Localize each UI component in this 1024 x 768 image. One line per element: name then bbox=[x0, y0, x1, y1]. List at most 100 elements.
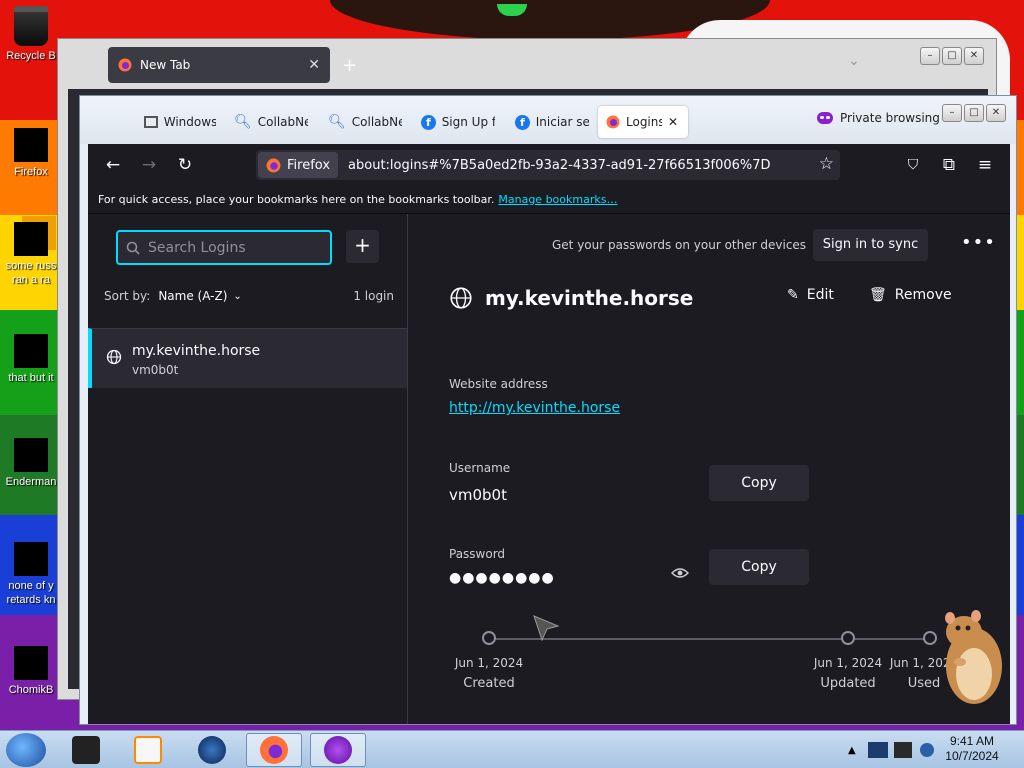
show-hidden-icons-icon[interactable]: ▲ bbox=[848, 745, 856, 756]
desktop-icon-enderman[interactable]: Enderman bbox=[0, 438, 62, 489]
url-bar[interactable]: Firefox about:logins#%7B5a0ed2fb-93a2-43… bbox=[256, 150, 840, 180]
sort-select[interactable]: Name (A-Z) bbox=[158, 289, 227, 303]
desktop-icon-recycle-bin[interactable]: Recycle B bbox=[0, 6, 62, 63]
bookmarks-toolbar: For quick access, place your bookmarks h… bbox=[88, 186, 1010, 214]
file-icon bbox=[14, 542, 48, 576]
url-text[interactable]: about:logins#%7B5a0ed2fb-93a2-4337-ad91-… bbox=[348, 158, 771, 173]
forward-arrow-icon[interactable]: → bbox=[138, 154, 160, 176]
private-mask-icon bbox=[817, 112, 833, 124]
file-icon bbox=[14, 334, 48, 368]
timeline-dot-created bbox=[482, 631, 496, 645]
desktop-icon-some-russ[interactable]: some russ ran a ra bbox=[0, 222, 62, 287]
tab-iniciar-sesion[interactable]: f Iniciar se bbox=[507, 106, 589, 138]
timeline-dot-used bbox=[923, 631, 937, 645]
website-label: Website address bbox=[449, 377, 548, 391]
facebook-icon: f bbox=[421, 114, 436, 130]
extensions-icon[interactable]: ⧉ bbox=[938, 154, 960, 176]
private-browsing-indicator: Private browsing bbox=[817, 111, 940, 125]
tab-windows[interactable]: Windows bbox=[136, 106, 216, 138]
tab-collabnet-2[interactable]: 🔍︎ CollabNe bbox=[320, 106, 402, 138]
username-value: vm0b0t bbox=[449, 486, 507, 504]
close-button[interactable]: ✕ bbox=[986, 104, 1006, 122]
firefox-icon bbox=[260, 736, 288, 764]
tab-sign-up[interactable]: f Sign Up f bbox=[413, 106, 495, 138]
login-title: my.kevinthe.horse bbox=[485, 286, 694, 310]
manage-bookmarks-link[interactable]: Manage bookmarks… bbox=[498, 193, 617, 206]
close-tab-icon[interactable]: ✕ bbox=[308, 57, 320, 73]
tab-logins[interactable]: Logins ✕ bbox=[598, 106, 688, 138]
hamster-sticker-icon bbox=[945, 610, 1002, 704]
window-controls: – □ ✕ bbox=[942, 104, 1006, 122]
back-arrow-icon[interactable]: ← bbox=[102, 154, 124, 176]
taskbar-item-folder[interactable] bbox=[58, 733, 114, 767]
search-icon: 🔍︎ bbox=[234, 114, 252, 130]
username-label: Username bbox=[449, 461, 511, 475]
file-icon bbox=[14, 646, 48, 680]
desktop-icon-chomikb[interactable]: ChomikB bbox=[0, 646, 62, 697]
new-tab-button[interactable]: + bbox=[342, 55, 357, 76]
maximize-button[interactable]: □ bbox=[942, 47, 962, 65]
desktop-icon-that-but-it[interactable]: that but it bbox=[0, 334, 62, 385]
mouse-cursor-icon bbox=[533, 615, 560, 642]
back-window-controls: – □ ✕ bbox=[920, 47, 984, 65]
updated-date: Jun 1, 2024 bbox=[813, 656, 883, 670]
clock[interactable]: 9:41 AM 10/7/2024 bbox=[932, 734, 1012, 764]
start-button[interactable] bbox=[6, 733, 46, 767]
add-login-button[interactable]: + bbox=[346, 230, 379, 263]
firefox-icon bbox=[266, 158, 281, 172]
maximize-button[interactable]: □ bbox=[964, 104, 984, 122]
tab-collabnet-1[interactable]: 🔍︎ CollabNe bbox=[226, 106, 308, 138]
window-icon bbox=[144, 116, 158, 128]
close-tab-icon[interactable]: ✕ bbox=[668, 115, 678, 129]
firefox-icon bbox=[14, 128, 48, 162]
minimize-button[interactable]: – bbox=[920, 47, 940, 65]
login-count: 1 login bbox=[353, 289, 394, 303]
private-mask-icon bbox=[324, 736, 352, 764]
updated-label: Updated bbox=[820, 676, 876, 691]
search-icon: 🔍︎ bbox=[328, 114, 346, 130]
menu-icon[interactable]: ≡ bbox=[974, 154, 996, 176]
minimize-button[interactable]: – bbox=[942, 104, 962, 122]
identity-box[interactable]: Firefox bbox=[258, 152, 339, 178]
sign-in-to-sync-button[interactable]: Sign in to sync bbox=[813, 229, 928, 261]
search-icon bbox=[126, 241, 140, 255]
more-options-icon[interactable]: ••• bbox=[961, 232, 996, 253]
search-box[interactable] bbox=[116, 230, 332, 265]
created-date: Jun 1, 2024 bbox=[454, 656, 524, 670]
taskbar-item-media-player[interactable] bbox=[120, 733, 176, 767]
taskbar: ▲ 9:41 AM 10/7/2024 bbox=[0, 730, 1024, 768]
firefox-icon bbox=[118, 58, 132, 72]
bookmark-star-icon[interactable]: ☆ bbox=[819, 154, 834, 174]
eye-icon[interactable] bbox=[671, 566, 689, 580]
trash-icon: 🗑︎ bbox=[869, 287, 887, 303]
taskbar-item-firefox[interactable] bbox=[246, 733, 302, 767]
globe-icon bbox=[198, 736, 226, 764]
timeline-dot-updated bbox=[841, 631, 855, 645]
pocket-icon[interactable]: ⛉ bbox=[902, 154, 924, 176]
password-value: ●●●●●●●● bbox=[449, 570, 555, 586]
copy-password-button[interactable]: Copy bbox=[709, 549, 809, 585]
remove-button[interactable]: 🗑︎ Remove bbox=[869, 287, 952, 303]
taskbar-item-globe[interactable] bbox=[184, 733, 240, 767]
chevron-down-icon[interactable]: ⌄ bbox=[848, 53, 860, 69]
sort-row: Sort by: Name (A-Z) ⌄ 1 login bbox=[104, 289, 394, 303]
search-input[interactable] bbox=[148, 239, 318, 256]
navigation-toolbar: ← → ↻ Firefox about:logins#%7B5a0ed2fb-9… bbox=[88, 144, 1010, 186]
tab-new-tab[interactable]: New Tab ✕ bbox=[108, 47, 330, 83]
website-link[interactable]: http://my.kevinthe.horse bbox=[449, 400, 620, 416]
reload-icon[interactable]: ↻ bbox=[174, 154, 196, 176]
desktop-icon-firefox[interactable]: Firefox bbox=[0, 128, 62, 179]
chevron-down-icon[interactable]: ⌄ bbox=[233, 291, 241, 302]
facebook-icon: f bbox=[515, 114, 530, 130]
copy-username-button[interactable]: Copy bbox=[709, 465, 809, 501]
edit-button[interactable]: ✎ Edit bbox=[787, 287, 834, 303]
folder-icon bbox=[72, 736, 100, 764]
close-button[interactable]: ✕ bbox=[964, 47, 984, 65]
network-icon[interactable] bbox=[867, 742, 888, 758]
login-list-item[interactable]: my.kevinthe.horse vm0b0t bbox=[88, 328, 407, 388]
taskbar-item-firefox-private[interactable] bbox=[310, 733, 366, 767]
display-icon[interactable] bbox=[893, 742, 912, 758]
media-player-icon bbox=[134, 736, 162, 764]
login-detail: Get your passwords on your other devices… bbox=[409, 214, 1010, 724]
desktop-icon-none-of-y[interactable]: none of y retards kn bbox=[0, 542, 62, 607]
